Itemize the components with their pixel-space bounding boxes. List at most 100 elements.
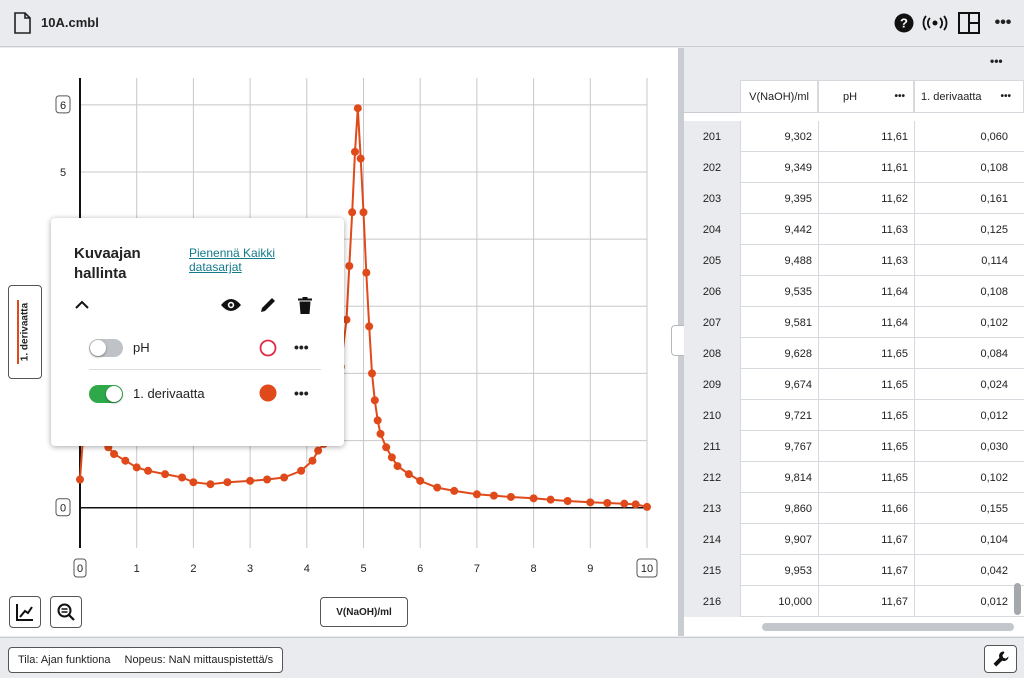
pencil-icon[interactable] <box>257 295 279 315</box>
cell-ph[interactable]: 11,67 <box>818 524 914 555</box>
column-more-icon[interactable]: ••• <box>894 91 905 102</box>
cell-volume[interactable]: 9,674 <box>740 369 818 400</box>
graph-tools-button[interactable] <box>9 596 41 628</box>
column-more-icon[interactable]: ••• <box>1000 91 1011 102</box>
cell-ph[interactable]: 11,64 <box>818 276 914 307</box>
ph-visibility-toggle[interactable] <box>89 339 123 357</box>
cell-ph[interactable]: 11,63 <box>818 245 914 276</box>
vertical-scrollbar[interactable] <box>1014 583 1021 615</box>
table-row[interactable]: 210 9,721 11,65 0,012 <box>684 400 1024 431</box>
ph-marker-icon[interactable] <box>258 338 278 358</box>
panel-title: Kuvaajan hallinta <box>74 245 141 282</box>
cell-derivative[interactable]: 0,012 <box>914 586 1014 617</box>
cell-ph[interactable]: 11,61 <box>818 121 914 152</box>
derivative-visibility-toggle[interactable] <box>89 385 123 403</box>
table-row[interactable]: 209 9,674 11,65 0,024 <box>684 369 1024 400</box>
table-row[interactable]: 207 9,581 11,64 0,102 <box>684 307 1024 338</box>
cell-derivative[interactable]: 0,030 <box>914 431 1014 462</box>
table-row[interactable]: 211 9,767 11,65 0,030 <box>684 431 1024 462</box>
cell-volume[interactable]: 9,814 <box>740 462 818 493</box>
table-row[interactable]: 213 9,860 11,66 0,155 <box>684 493 1024 524</box>
table-row[interactable]: 201 9,302 11,61 0,060 <box>684 121 1024 152</box>
cell-derivative[interactable]: 0,155 <box>914 493 1014 524</box>
cell-volume[interactable]: 9,581 <box>740 307 818 338</box>
table-row[interactable]: 204 9,442 11,63 0,125 <box>684 214 1024 245</box>
derivative-more-icon[interactable]: ••• <box>294 385 309 401</box>
cell-derivative[interactable]: 0,108 <box>914 276 1014 307</box>
data-point <box>297 466 306 475</box>
cell-volume[interactable]: 9,395 <box>740 183 818 214</box>
wireless-sensor-icon[interactable] <box>922 11 948 35</box>
cell-ph[interactable]: 11,67 <box>818 555 914 586</box>
eye-icon[interactable] <box>219 295 243 315</box>
y-axis-button[interactable]: 1. derivaatta <box>8 285 42 379</box>
cell-volume[interactable]: 9,488 <box>740 245 818 276</box>
cell-derivative[interactable]: 0,114 <box>914 245 1014 276</box>
cell-volume[interactable]: 9,349 <box>740 152 818 183</box>
data-point <box>178 473 187 482</box>
table-row[interactable]: 216 10,000 11,67 0,012 <box>684 586 1024 617</box>
zoom-button[interactable] <box>50 596 82 628</box>
row-index: 206 <box>684 276 740 307</box>
cell-derivative[interactable]: 0,012 <box>914 400 1014 431</box>
dataset-more-icon[interactable]: ••• <box>990 54 1003 68</box>
table-row[interactable]: 205 9,488 11,63 0,114 <box>684 245 1024 276</box>
file-name[interactable]: 10A.cmbl <box>41 15 99 30</box>
cell-ph[interactable]: 11,65 <box>818 462 914 493</box>
cell-ph[interactable]: 11,62 <box>818 183 914 214</box>
table-row[interactable]: 202 9,349 11,61 0,108 <box>684 152 1024 183</box>
table-row[interactable]: 208 9,628 11,65 0,084 <box>684 338 1024 369</box>
cell-ph[interactable]: 11,65 <box>818 431 914 462</box>
cell-volume[interactable]: 9,628 <box>740 338 818 369</box>
cell-derivative[interactable]: 0,042 <box>914 555 1014 586</box>
cell-derivative[interactable]: 0,060 <box>914 121 1014 152</box>
table-row[interactable]: 203 9,395 11,62 0,161 <box>684 183 1024 214</box>
table-row[interactable]: 214 9,907 11,67 0,104 <box>684 524 1024 555</box>
horizontal-scrollbar[interactable] <box>762 623 1014 631</box>
layout-icon[interactable] <box>957 11 981 35</box>
cell-derivative[interactable]: 0,102 <box>914 307 1014 338</box>
cell-volume[interactable]: 9,721 <box>740 400 818 431</box>
column-header-volume[interactable]: V(NaOH)/ml <box>740 80 818 113</box>
ph-more-icon[interactable]: ••• <box>294 339 309 355</box>
status-bar: Tila: Ajan funktiona Nopeus: NaN mittaus… <box>0 637 1024 678</box>
cell-derivative[interactable]: 0,102 <box>914 462 1014 493</box>
cell-volume[interactable]: 9,302 <box>740 121 818 152</box>
table-row[interactable]: 212 9,814 11,65 0,102 <box>684 462 1024 493</box>
column-header-derivative[interactable]: 1. derivaatta ••• <box>914 80 1024 113</box>
cell-ph[interactable]: 11,66 <box>818 493 914 524</box>
data-point <box>359 208 368 217</box>
table-row[interactable]: 206 9,535 11,64 0,108 <box>684 276 1024 307</box>
cell-ph[interactable]: 11,63 <box>818 214 914 245</box>
cell-volume[interactable]: 9,953 <box>740 555 818 586</box>
table-row[interactable]: 215 9,953 11,67 0,042 <box>684 555 1024 586</box>
derivative-marker-icon[interactable] <box>258 383 278 403</box>
column-header-ph[interactable]: pH ••• <box>818 80 914 113</box>
cell-volume[interactable]: 10,000 <box>740 586 818 617</box>
cell-derivative[interactable]: 0,104 <box>914 524 1014 555</box>
x-axis-button[interactable]: V(NaOH)/ml <box>320 597 408 627</box>
cell-derivative[interactable]: 0,108 <box>914 152 1014 183</box>
help-icon[interactable]: ? <box>893 11 915 35</box>
cell-ph[interactable]: 11,65 <box>818 369 914 400</box>
collapse-all-link[interactable]: Pienennä Kaikki datasarjat <box>189 246 299 274</box>
trash-icon[interactable] <box>295 295 315 315</box>
cell-ph[interactable]: 11,65 <box>818 338 914 369</box>
cell-derivative[interactable]: 0,161 <box>914 183 1014 214</box>
cell-ph[interactable]: 11,61 <box>818 152 914 183</box>
more-icon[interactable]: ••• <box>993 11 1013 35</box>
cell-volume[interactable]: 9,442 <box>740 214 818 245</box>
cell-volume[interactable]: 9,767 <box>740 431 818 462</box>
cell-volume[interactable]: 9,535 <box>740 276 818 307</box>
cell-volume[interactable]: 9,907 <box>740 524 818 555</box>
settings-button[interactable] <box>984 645 1017 673</box>
cell-ph[interactable]: 11,64 <box>818 307 914 338</box>
cell-derivative[interactable]: 0,024 <box>914 369 1014 400</box>
cell-derivative[interactable]: 0,125 <box>914 214 1014 245</box>
chevron-up-icon[interactable] <box>73 296 91 314</box>
status-info-button[interactable]: Tila: Ajan funktiona Nopeus: NaN mittaus… <box>8 647 284 673</box>
cell-ph[interactable]: 11,65 <box>818 400 914 431</box>
cell-derivative[interactable]: 0,084 <box>914 338 1014 369</box>
cell-volume[interactable]: 9,860 <box>740 493 818 524</box>
cell-ph[interactable]: 11,67 <box>818 586 914 617</box>
